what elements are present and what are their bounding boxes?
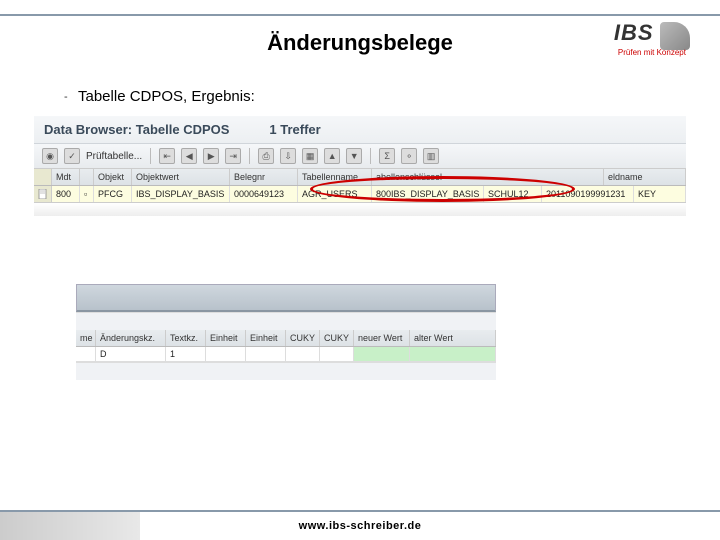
toolbar-separator: [150, 148, 151, 164]
table-icon[interactable]: ▦: [302, 148, 318, 164]
sap-table-header-1: Mdt Objekt Objektwert Belegnr Tabellenna…: [34, 169, 686, 186]
col-tabname: Tabellenname: [298, 169, 372, 185]
cell-x: KEY: [634, 186, 686, 202]
col-cuky2: CUKY: [320, 330, 354, 346]
col-objektwert: Objektwert: [132, 169, 230, 185]
footer-url: www.ibs-schreiber.de: [0, 520, 720, 532]
glasses-icon[interactable]: ◉: [42, 148, 58, 164]
cell-unit2: [246, 347, 286, 361]
nav-last-icon[interactable]: ⇥: [225, 148, 241, 164]
row-selector-header: [34, 169, 52, 185]
sap-hit-count: 1 Treffer: [269, 122, 320, 137]
col-unit2: Einheit: [246, 330, 286, 346]
cell-tabname: AGR_USERS: [298, 186, 372, 202]
bullet-dash: -: [64, 91, 68, 103]
nav-prev-icon[interactable]: ◀: [181, 148, 197, 164]
nav-next-icon[interactable]: ▶: [203, 148, 219, 164]
layout-icon[interactable]: ▥: [423, 148, 439, 164]
sap-browser-title: Data Browser: Tabelle CDPOS: [44, 122, 229, 137]
print-icon[interactable]: ⎙: [258, 148, 274, 164]
cell-objektwert: IBS_DISPLAY_BASIS: [132, 186, 230, 202]
cell-belegnr: 0000649123: [230, 186, 298, 202]
sap-table-header-2: me Änderungskz. Textkz. Einheit Einheit …: [76, 330, 496, 347]
cell-txt: 1: [166, 347, 206, 361]
sap-table-row-2[interactable]: D 1: [76, 347, 496, 362]
cell-objekt: PFCG: [94, 186, 132, 202]
toolbar-separator: [249, 148, 250, 164]
col-tabkey: abellenschlüssel: [372, 169, 604, 185]
col-icon: [80, 169, 94, 185]
cell-chg: D: [96, 347, 166, 361]
cell-oldval: [410, 347, 496, 361]
cell-me: [76, 347, 96, 361]
toolbar-separator: [370, 148, 371, 164]
spacer-row-bottom: [76, 362, 496, 380]
sum-icon[interactable]: Σ: [379, 148, 395, 164]
check-table-label: Prüftabelle...: [86, 151, 142, 162]
header-divider: [0, 14, 720, 16]
sap-toolbar: ◉ ✓ Prüftabelle... ⇤ ◀ ▶ ⇥ ⎙ ⇩ ▦ ▲ ▼ Σ ⚬…: [34, 144, 686, 169]
cell-cuky2: [320, 347, 354, 361]
col-unit1: Einheit: [206, 330, 246, 346]
sort-asc-icon[interactable]: ▲: [324, 148, 340, 164]
col-txt: Textkz.: [166, 330, 206, 346]
cell-user: SCHUL12: [484, 186, 542, 202]
cell-newval: [354, 347, 410, 361]
slide-subtitle: Tabelle CDPOS, Ergebnis:: [78, 88, 255, 105]
col-fieldname: eldname: [604, 169, 686, 185]
col-belegnr: Belegnr: [230, 169, 298, 185]
slide-title: Änderungsbelege: [0, 30, 720, 56]
col-chg: Änderungskz.: [96, 330, 166, 346]
cell-cuky1: [286, 347, 320, 361]
document-icon[interactable]: [34, 186, 52, 202]
col-mdt: Mdt: [52, 169, 80, 185]
cell-unit1: [206, 347, 246, 361]
sap-screenshot-bottom: me Änderungskz. Textkz. Einheit Einheit …: [76, 284, 496, 380]
filter-icon[interactable]: ⚬: [401, 148, 417, 164]
col-me: me: [76, 330, 96, 346]
sap-screenshot-top: Data Browser: Tabelle CDPOS 1 Treffer ◉ …: [34, 116, 686, 216]
cell-tabkey: 800IBS_DISPLAY_BASIS: [372, 186, 484, 202]
nav-first-icon[interactable]: ⇤: [159, 148, 175, 164]
export-icon[interactable]: ⇩: [280, 148, 296, 164]
cell-exp-icon[interactable]: ▫: [80, 186, 94, 202]
col-objekt: Objekt: [94, 169, 132, 185]
col-oldval: alter Wert: [410, 330, 496, 346]
check-icon[interactable]: ✓: [64, 148, 80, 164]
scrollbar-horizontal[interactable]: [34, 202, 686, 216]
sap-table-row-1[interactable]: 800 ▫ PFCG IBS_DISPLAY_BASIS 0000649123 …: [34, 186, 686, 202]
cell-mdt: 800: [52, 186, 80, 202]
cell-stamp: 2011090199991231: [542, 186, 634, 202]
spacer-row: [76, 312, 496, 330]
sort-desc-icon[interactable]: ▼: [346, 148, 362, 164]
sap-title-bar: Data Browser: Tabelle CDPOS 1 Treffer: [34, 116, 686, 144]
col-newval: neuer Wert: [354, 330, 410, 346]
sap-titlebar-2: [76, 284, 496, 312]
col-cuky1: CUKY: [286, 330, 320, 346]
